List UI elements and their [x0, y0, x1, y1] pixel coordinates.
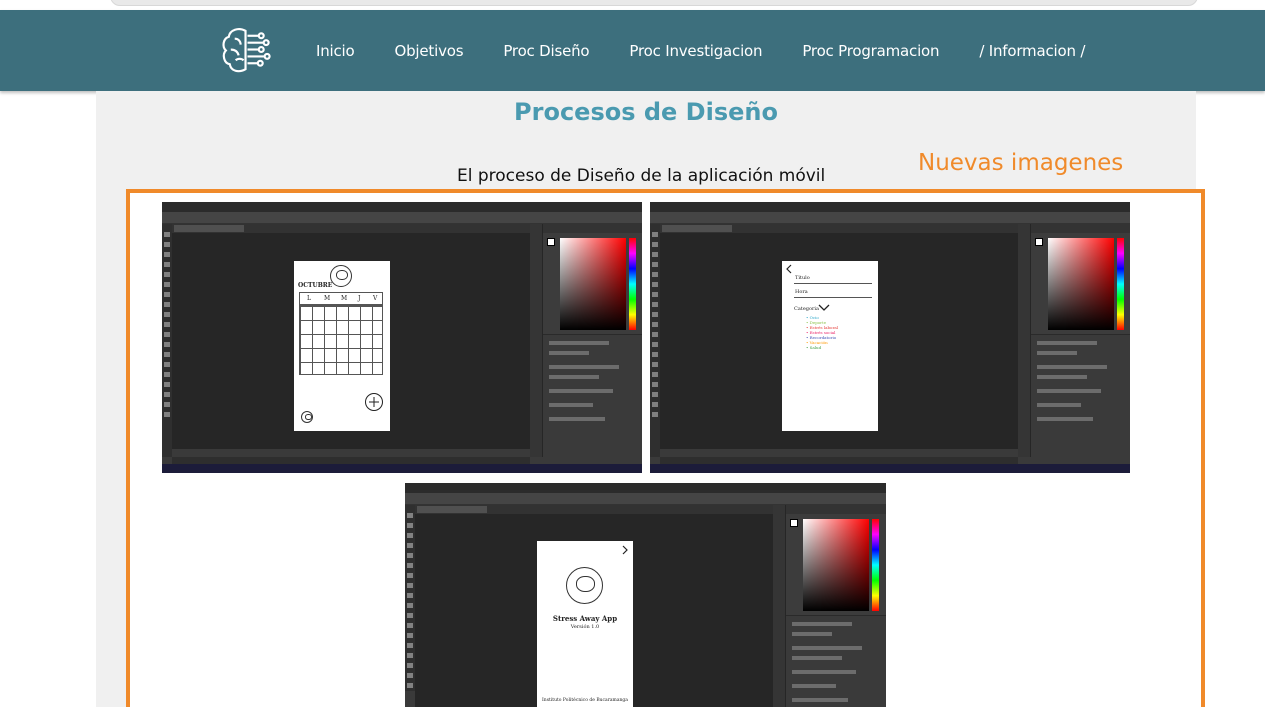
app-version: Versión 1.0 — [570, 624, 600, 630]
color-picker-field — [1048, 238, 1114, 330]
ps-document-tabs — [172, 224, 532, 233]
ps-canvas-area: Titulo Hora Categoria • Ocio • Deporte •… — [660, 233, 1018, 449]
color-picker-field — [803, 519, 869, 611]
ps-menubar — [650, 202, 1130, 212]
category-item: • Salud — [806, 345, 822, 350]
weekday-label: J — [358, 295, 361, 302]
ps-color-panel — [1030, 224, 1130, 457]
photoshop-screenshot-calendar[interactable]: OCTUBRE L M M J V — [162, 202, 642, 473]
nav-link-informacion[interactable]: / Informacion / — [979, 42, 1085, 60]
nav-link-proc-diseno[interactable]: Proc Diseño — [503, 42, 589, 60]
ps-properties-panel — [543, 334, 642, 457]
ps-document-tabs — [415, 505, 775, 514]
category-list: • Ocio • Deporte • Estrés laboral • Estr… — [806, 315, 838, 350]
page-title: Procesos de Diseño — [514, 98, 778, 126]
nav-link-proc-programacion[interactable]: Proc Programacion — [802, 42, 939, 60]
ps-status-bar — [660, 457, 1018, 464]
nav-link-inicio[interactable]: Inicio — [316, 42, 355, 60]
ps-panel-strip — [530, 224, 542, 457]
brain-circuit-icon[interactable] — [219, 23, 274, 78]
calendar-mockup: OCTUBRE L M M J V — [294, 261, 390, 431]
ps-toolbar — [650, 224, 660, 457]
hue-slider — [872, 519, 879, 611]
photoshop-screenshot-about[interactable]: Stress Away App Versión 1.0 Instituto Po… — [405, 483, 886, 707]
institution-name: Instituto Politécnico de Bucaramanga — [542, 698, 628, 703]
ps-options-bar — [650, 212, 1130, 224]
ps-canvas-area: Stress Away App Versión 1.0 Instituto Po… — [415, 514, 773, 707]
brain-logo-icon — [566, 567, 603, 604]
ps-properties-panel — [786, 615, 886, 707]
ps-canvas-area: OCTUBRE L M M J V — [172, 233, 530, 449]
field-category-label: Categoria — [794, 306, 819, 312]
nav-menu: Inicio Objetivos Proc Diseño Proc Invest… — [316, 10, 1125, 91]
weekday-header: L M M J V — [299, 292, 383, 305]
field-hour-label: Hora — [795, 289, 808, 295]
brain-logo-icon — [330, 265, 352, 287]
hue-slider — [1117, 238, 1124, 330]
ps-toolbar — [405, 505, 415, 691]
ps-options-bar — [162, 212, 642, 224]
section-subtitle: El proceso de Diseño de la aplicación mó… — [457, 166, 826, 186]
color-picker-field — [560, 238, 626, 330]
nav-link-proc-investigacion[interactable]: Proc Investigacion — [629, 42, 762, 60]
field-title-label: Titulo — [795, 275, 810, 281]
hue-slider — [629, 238, 636, 330]
ps-color-panel — [785, 505, 886, 707]
browser-address-strip — [0, 0, 1265, 10]
new-images-link[interactable]: Nuevas imagenes — [918, 150, 1123, 176]
photoshop-screenshot-form[interactable]: Titulo Hora Categoria • Ocio • Deporte •… — [650, 202, 1130, 473]
ps-document-tabs — [660, 224, 1020, 233]
nav-link-objetivos[interactable]: Objetivos — [395, 42, 464, 60]
back-arrow-icon — [786, 264, 792, 274]
ps-properties-panel — [1031, 334, 1130, 457]
weekday-label: L — [307, 295, 311, 302]
top-navbar: Inicio Objetivos Proc Diseño Proc Invest… — [0, 10, 1265, 91]
ps-menubar — [405, 483, 886, 493]
small-brain-icon — [301, 411, 313, 423]
chevron-down-icon — [818, 304, 830, 311]
address-bar-edge — [110, 0, 1198, 6]
app-name: Stress Away App — [552, 614, 618, 623]
ps-menubar — [162, 202, 642, 212]
ps-status-bar — [172, 457, 530, 464]
ps-color-panel — [542, 224, 642, 457]
weekday-label: V — [373, 295, 378, 302]
about-screen-mockup: Stress Away App Versión 1.0 Instituto Po… — [537, 541, 633, 707]
windows-taskbar — [162, 464, 642, 473]
plus-circle-icon — [365, 393, 383, 411]
ps-panel-strip — [1018, 224, 1030, 457]
calendar-month: OCTUBRE — [298, 282, 333, 289]
calendar-grid — [299, 305, 383, 375]
ps-toolbar — [162, 224, 172, 457]
ps-panel-strip — [773, 505, 785, 707]
close-arrow-icon — [622, 545, 628, 555]
windows-taskbar — [650, 464, 1130, 473]
ps-options-bar — [405, 493, 886, 505]
weekday-label: M — [341, 295, 348, 302]
weekday-label: M — [324, 295, 331, 302]
event-form-mockup: Titulo Hora Categoria • Ocio • Deporte •… — [782, 261, 878, 431]
